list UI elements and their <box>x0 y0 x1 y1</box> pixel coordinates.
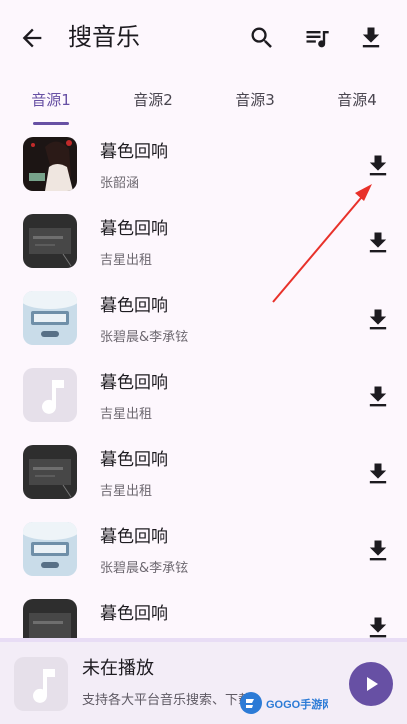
download-icon[interactable] <box>364 229 392 257</box>
album-cover <box>23 137 77 191</box>
song-artist: 张韶涵 <box>100 176 140 191</box>
source-tabs: 音源1 音源2 音源3 音源4 <box>0 80 407 128</box>
song-artist: 吉星出租 <box>100 253 153 268</box>
song-artist: 吉星出租 <box>100 484 153 499</box>
download-icon[interactable] <box>364 306 392 334</box>
album-cover <box>23 445 77 499</box>
player-cover-placeholder <box>14 657 68 711</box>
site-watermark: GOGO手游网 <box>240 692 328 714</box>
song-title: 暮色回响 <box>100 219 168 239</box>
search-icon[interactable] <box>248 24 276 52</box>
song-list[interactable]: 暮色回响 张韶涵 暮色回响 吉星出租 暮色回响 张碧晨&李承铉 暮色回响 吉星出… <box>0 128 407 638</box>
album-cover <box>23 291 77 345</box>
song-row[interactable]: 暮色回响 吉星出租 <box>0 359 407 436</box>
download-icon[interactable] <box>364 383 392 411</box>
download-manager-icon[interactable] <box>357 24 385 52</box>
download-icon[interactable] <box>364 537 392 565</box>
album-cover <box>23 522 77 576</box>
song-title: 暮色回响 <box>100 450 168 470</box>
app-bar: 搜音乐 <box>0 0 407 72</box>
song-artist: 张碧晨&李承铉 <box>100 330 189 345</box>
song-row[interactable]: 暮色回响 张碧晨&李承铉 <box>0 282 407 359</box>
song-title: 暮色回响 <box>100 527 168 547</box>
song-row[interactable]: 暮色回响 吉星出租 <box>0 436 407 513</box>
album-cover <box>23 599 77 638</box>
download-icon[interactable] <box>364 460 392 488</box>
back-arrow-icon[interactable] <box>18 24 46 52</box>
song-title: 暮色回响 <box>100 142 168 162</box>
tab-source-1[interactable]: 音源1 <box>0 80 102 124</box>
download-icon[interactable] <box>364 614 392 638</box>
song-artist: 吉星出租 <box>100 407 153 422</box>
song-row[interactable]: 暮色回响 张碧晨&李承铉 <box>0 513 407 590</box>
tab-source-3[interactable]: 音源3 <box>204 80 306 124</box>
mini-player[interactable]: 未在播放 支持各大平台音乐搜索、下载 <box>0 638 407 724</box>
player-title: 未在播放 <box>82 658 154 679</box>
song-row[interactable]: 暮色回响 吉星出租 <box>0 205 407 282</box>
song-artist: 张碧晨&李承铉 <box>100 561 189 576</box>
player-subtitle: 支持各大平台音乐搜索、下载 <box>82 693 252 708</box>
tab-indicator <box>33 122 69 125</box>
album-cover-placeholder <box>23 368 77 422</box>
song-title: 暮色回响 <box>100 296 168 316</box>
watermark-text: GOGO手游网 <box>266 697 328 711</box>
song-row[interactable]: 暮色回响 张韶涵 <box>0 128 407 205</box>
album-cover <box>23 214 77 268</box>
playlist-icon[interactable] <box>303 24 331 52</box>
play-icon <box>367 677 378 691</box>
song-title: 暮色回响 <box>100 604 168 624</box>
page-title: 搜音乐 <box>68 23 140 51</box>
tab-source-2[interactable]: 音源2 <box>102 80 204 124</box>
song-row[interactable]: 暮色回响 <box>0 590 407 638</box>
play-button[interactable] <box>349 662 393 706</box>
song-title: 暮色回响 <box>100 373 168 393</box>
download-icon[interactable] <box>364 152 392 180</box>
tab-source-4[interactable]: 音源4 <box>306 80 407 124</box>
